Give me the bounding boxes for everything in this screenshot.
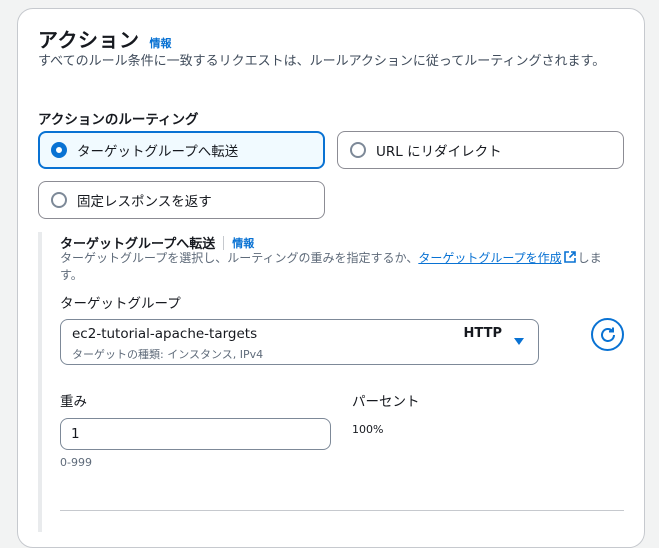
forward-info-link[interactable]: 情報 xyxy=(232,235,254,251)
external-link-icon[interactable] xyxy=(563,251,576,263)
desc-text: ターゲットグループを選択し、ルーティングの重みを指定するか、 xyxy=(60,251,419,265)
caret-down-icon xyxy=(514,338,524,345)
target-group-meta: ターゲットの種類: インスタンス, IPv4 xyxy=(72,348,264,361)
section-header: アクション 情報 xyxy=(38,24,172,53)
radio-forward-target-group[interactable]: ターゲットグループへ転送 xyxy=(38,131,325,169)
header-divider xyxy=(223,235,225,250)
radio-unselected-icon xyxy=(51,192,67,208)
weight-label: 重み xyxy=(60,394,87,410)
radio-selected-icon xyxy=(51,142,67,158)
routing-label: アクションのルーティング xyxy=(38,112,199,128)
radio-label: 固定レスポンスを返す xyxy=(77,194,212,210)
forward-description: ターゲットグループを選択し、ルーティングの重みを指定するか、ターゲットグループを… xyxy=(60,250,620,284)
protocol-badge: HTTP xyxy=(463,326,502,341)
refresh-button[interactable] xyxy=(591,318,624,351)
info-link[interactable]: 情報 xyxy=(150,35,172,51)
target-group-select[interactable]: ec2-tutorial-apache-targets ターゲットの種類: イン… xyxy=(60,319,539,365)
radio-label: ターゲットグループへ転送 xyxy=(77,144,239,160)
weight-hint: 0-999 xyxy=(60,456,92,469)
section-title: アクション xyxy=(38,28,140,52)
refresh-icon xyxy=(600,327,615,342)
section-divider xyxy=(60,510,624,511)
radio-fixed-response[interactable]: 固定レスポンスを返す xyxy=(38,181,325,219)
forward-section-bar xyxy=(38,232,42,532)
percent-value: 100% xyxy=(352,423,384,436)
selected-target-group: ec2-tutorial-apache-targets xyxy=(72,326,258,342)
radio-unselected-icon xyxy=(350,142,366,158)
radio-label: URL にリダイレクト xyxy=(376,144,502,160)
radio-redirect-url[interactable]: URL にリダイレクト xyxy=(337,131,624,169)
percent-label: パーセント xyxy=(352,394,420,410)
weight-input[interactable] xyxy=(60,418,331,450)
target-group-label: ターゲットグループ xyxy=(60,296,181,312)
section-description: すべてのルール条件に一致するリクエストは、ルールアクションに従ってルーティングさ… xyxy=(38,54,606,69)
create-target-group-link[interactable]: ターゲットグループを作成 xyxy=(418,251,561,265)
